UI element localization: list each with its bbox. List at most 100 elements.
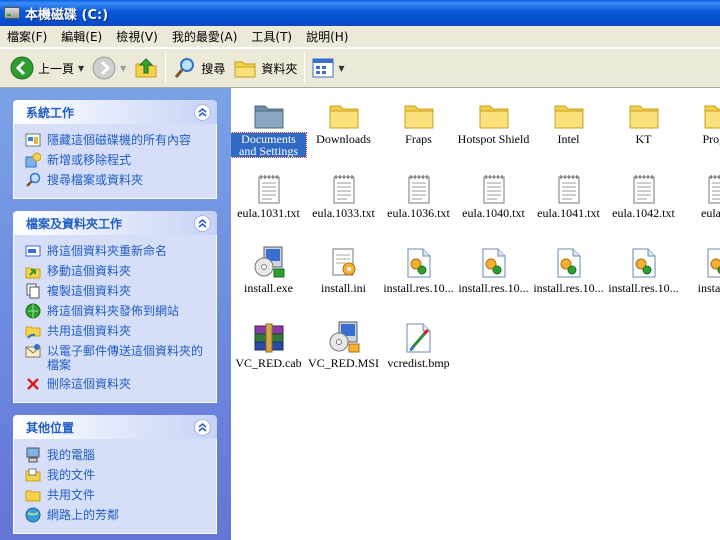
task-add-remove-programs[interactable]: 新增或移除程式 (24, 150, 208, 170)
file-item-kt[interactable]: KT (606, 94, 681, 145)
panel-title: 其他位置 (26, 420, 75, 435)
file-name: eula.20 (701, 207, 720, 219)
file-item-eula-2052[interactable]: eula.20 (681, 168, 720, 219)
file-item-eula-1033[interactable]: eula.1033.txt (306, 168, 381, 219)
place-my-computer[interactable]: 我的電腦 (24, 445, 208, 465)
toolbar: 上一頁 ▼ ▼ 搜尋 資料夾 ▼ (0, 48, 720, 88)
window-title: 本機磁碟 (C:) (25, 7, 109, 23)
folder-icon (456, 94, 531, 130)
views-button[interactable]: ▼ (308, 52, 348, 84)
file-item-vc-red-msi[interactable]: VC_RED.MSI (306, 318, 381, 369)
dll-file-icon (681, 243, 720, 279)
file-item-downloads[interactable]: Downloads (306, 94, 381, 145)
menu-favorites[interactable]: 我的最愛(A) (165, 27, 245, 47)
task-rename-folder[interactable]: 將這個資料夾重新命名 (24, 241, 208, 261)
file-tasks-header[interactable]: 檔案及資料夾工作 (13, 211, 217, 235)
task-delete-folder[interactable]: 刪除這個資料夾 (24, 374, 208, 394)
dll-file-icon (381, 243, 456, 279)
toolbar-separator (304, 53, 306, 83)
file-item-install-ini[interactable]: install.ini (306, 243, 381, 294)
task-move-folder[interactable]: 移動這個資料夾 (24, 261, 208, 281)
panel-body: 我的電腦 我的文件 共用文件 網路上的芳鄰 (13, 439, 217, 534)
share-folder-icon (24, 323, 42, 339)
collapse-icon[interactable] (194, 418, 211, 436)
other-places-header[interactable]: 其他位置 (13, 415, 217, 439)
views-dropdown-icon[interactable]: ▼ (338, 64, 344, 73)
folder-icon (231, 94, 306, 130)
publish-web-icon (24, 303, 42, 319)
folders-icon (234, 61, 256, 78)
shared-documents-icon (24, 487, 42, 503)
task-search-files[interactable]: 搜尋檔案或資料夾 (24, 170, 208, 190)
file-item-eula-1040[interactable]: eula.1040.txt (456, 168, 531, 219)
search-icon (24, 172, 42, 188)
file-name: Intel (557, 133, 580, 145)
file-item-install-res-1040[interactable]: install.re (681, 243, 720, 294)
email-icon (24, 343, 42, 359)
place-network-places[interactable]: 網路上的芳鄰 (24, 505, 208, 525)
file-item-vc-red-cab[interactable]: VC_RED.cab (231, 318, 306, 369)
menu-file[interactable]: 檔案(F) (0, 27, 54, 47)
file-item-eula-1031[interactable]: eula.1031.txt (231, 168, 306, 219)
file-list-view[interactable]: Documents and Settings Downloads Fraps H… (231, 88, 720, 540)
system-tasks-header[interactable]: 系統工作 (13, 100, 217, 124)
search-button[interactable]: 搜尋 (169, 52, 229, 84)
title-bar[interactable]: 本機磁碟 (C:) (0, 0, 720, 26)
file-item-program-files[interactable]: Progra (681, 94, 720, 145)
file-name: Documents and Settings (231, 132, 307, 158)
file-item-fraps[interactable]: Fraps (381, 94, 456, 145)
menu-view[interactable]: 檢視(V) (109, 27, 165, 47)
task-publish-to-web[interactable]: 將這個資料夾發佈到網站 (24, 301, 208, 321)
task-email-folder-files[interactable]: 以電子郵件傳送這個資料夾的檔案 (24, 341, 208, 374)
forward-button[interactable]: ▼ (88, 52, 130, 84)
file-name: eula.1031.txt (237, 207, 300, 219)
up-folder-icon (135, 58, 157, 78)
folders-label: 資料夾 (261, 61, 298, 76)
task-share-folder[interactable]: 共用這個資料夾 (24, 321, 208, 341)
place-shared-documents[interactable]: 共用文件 (24, 485, 208, 505)
toolbar-separator (165, 53, 167, 83)
panel-title: 系統工作 (26, 105, 75, 120)
search-label: 搜尋 (201, 61, 226, 76)
task-copy-folder[interactable]: 複製這個資料夾 (24, 281, 208, 301)
file-name: eula.1036.txt (387, 207, 450, 219)
back-dropdown-icon[interactable]: ▼ (78, 64, 84, 73)
forward-dropdown-icon[interactable]: ▼ (120, 64, 126, 73)
file-name: install.exe (244, 282, 293, 294)
views-icon (312, 58, 334, 78)
file-item-install-exe[interactable]: install.exe (231, 243, 306, 294)
file-item-install-res-1031[interactable]: install.res.10... (456, 243, 531, 294)
back-arrow-icon (10, 56, 34, 80)
file-item-hotspot-shield[interactable]: Hotspot Shield (456, 94, 531, 145)
collapse-icon[interactable] (194, 103, 211, 121)
file-item-eula-1042[interactable]: eula.1042.txt (606, 168, 681, 219)
dll-file-icon (456, 243, 531, 279)
file-item-vcredist-bmp[interactable]: vcredist.bmp (381, 318, 456, 369)
up-button[interactable] (130, 52, 162, 84)
text-file-icon (681, 168, 720, 204)
file-item-install-res-1033[interactable]: install.res.10... (531, 243, 606, 294)
move-folder-icon (24, 263, 42, 279)
file-item-documents-and-settings[interactable]: Documents and Settings (231, 94, 307, 161)
menu-help[interactable]: 說明(H) (299, 27, 355, 47)
file-item-eula-1041[interactable]: eula.1041.txt (531, 168, 606, 219)
collapse-icon[interactable] (194, 214, 211, 232)
rename-icon (24, 243, 42, 259)
forward-arrow-icon (92, 56, 116, 80)
task-pane: 系統工作 隱藏這個磁碟機的所有內容 新增或移除程式 搜尋檔案或資料夾 檔案及資料… (0, 88, 231, 540)
file-item-install-res-1036[interactable]: install.res.10... (606, 243, 681, 294)
file-name: vcredist.bmp (387, 357, 450, 369)
other-places-panel: 其他位置 我的電腦 我的文件 共用文件 網路上的芳鄰 (13, 415, 217, 534)
menu-tools[interactable]: 工具(T) (244, 27, 299, 47)
bitmap-file-icon (381, 318, 456, 354)
file-item-install-res-1028[interactable]: install.res.10... (381, 243, 456, 294)
file-item-intel[interactable]: Intel (531, 94, 606, 145)
task-hide-drive-contents[interactable]: 隱藏這個磁碟機的所有內容 (24, 130, 208, 150)
place-my-documents[interactable]: 我的文件 (24, 465, 208, 485)
text-file-icon (231, 168, 306, 204)
folders-button[interactable]: 資料夾 (229, 52, 301, 84)
file-item-eula-1036[interactable]: eula.1036.txt (381, 168, 456, 219)
folder-icon (606, 94, 681, 130)
menu-edit[interactable]: 編輯(E) (54, 27, 109, 47)
back-button[interactable]: 上一頁 ▼ (6, 52, 88, 84)
